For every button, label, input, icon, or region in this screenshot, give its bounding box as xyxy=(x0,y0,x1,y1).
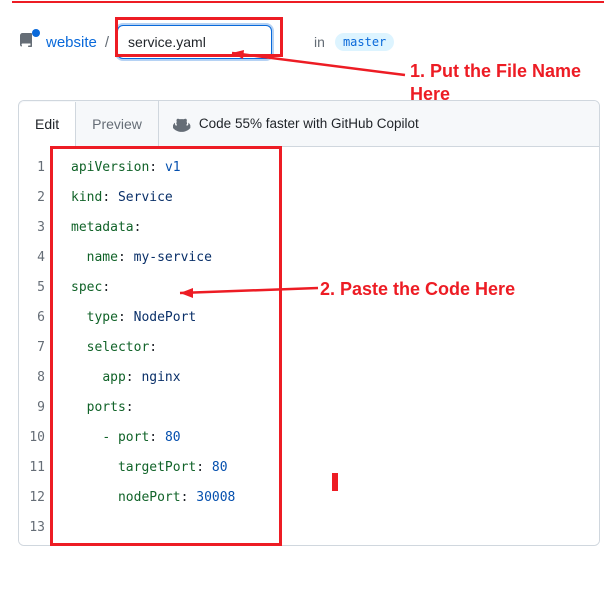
line-number: 1 xyxy=(19,153,45,183)
line-number: 9 xyxy=(19,393,45,423)
copilot-text: Code 55% faster with GitHub Copilot xyxy=(199,116,419,131)
repo-link[interactable]: website xyxy=(46,34,97,51)
repo-icon xyxy=(18,33,34,49)
copilot-icon xyxy=(173,115,191,133)
annotation-step1: 1. Put the File Name Here xyxy=(410,60,590,105)
annotation-cursor xyxy=(332,473,338,491)
line-number: 7 xyxy=(19,333,45,363)
annotation-step2: 2. Paste the Code Here xyxy=(320,278,515,301)
editor-gutter: 12345678910111213 xyxy=(19,147,53,545)
in-label: in xyxy=(314,34,325,50)
line-number: 5 xyxy=(19,273,45,303)
line-number: 12 xyxy=(19,483,45,513)
line-number: 6 xyxy=(19,303,45,333)
line-number: 10 xyxy=(19,423,45,453)
line-number: 4 xyxy=(19,243,45,273)
line-number: 8 xyxy=(19,363,45,393)
copilot-promo[interactable]: Code 55% faster with GitHub Copilot xyxy=(159,115,419,133)
editor-tabs: Edit Preview Code 55% faster with GitHub… xyxy=(19,101,599,147)
top-red-line xyxy=(12,1,604,3)
line-number: 11 xyxy=(19,453,45,483)
line-number: 2 xyxy=(19,183,45,213)
line-number: 3 xyxy=(19,213,45,243)
line-number: 13 xyxy=(19,513,45,543)
repo-icon-wrap xyxy=(18,33,36,51)
tab-preview[interactable]: Preview xyxy=(76,101,159,146)
annotation-box-code xyxy=(50,146,282,546)
annotation-box-filename xyxy=(115,17,283,57)
breadcrumb-separator: / xyxy=(103,34,111,51)
tab-edit[interactable]: Edit xyxy=(19,102,76,147)
breadcrumb: website / in master xyxy=(18,22,600,62)
change-indicator-dot xyxy=(32,29,40,37)
branch-pill[interactable]: master xyxy=(335,33,394,51)
